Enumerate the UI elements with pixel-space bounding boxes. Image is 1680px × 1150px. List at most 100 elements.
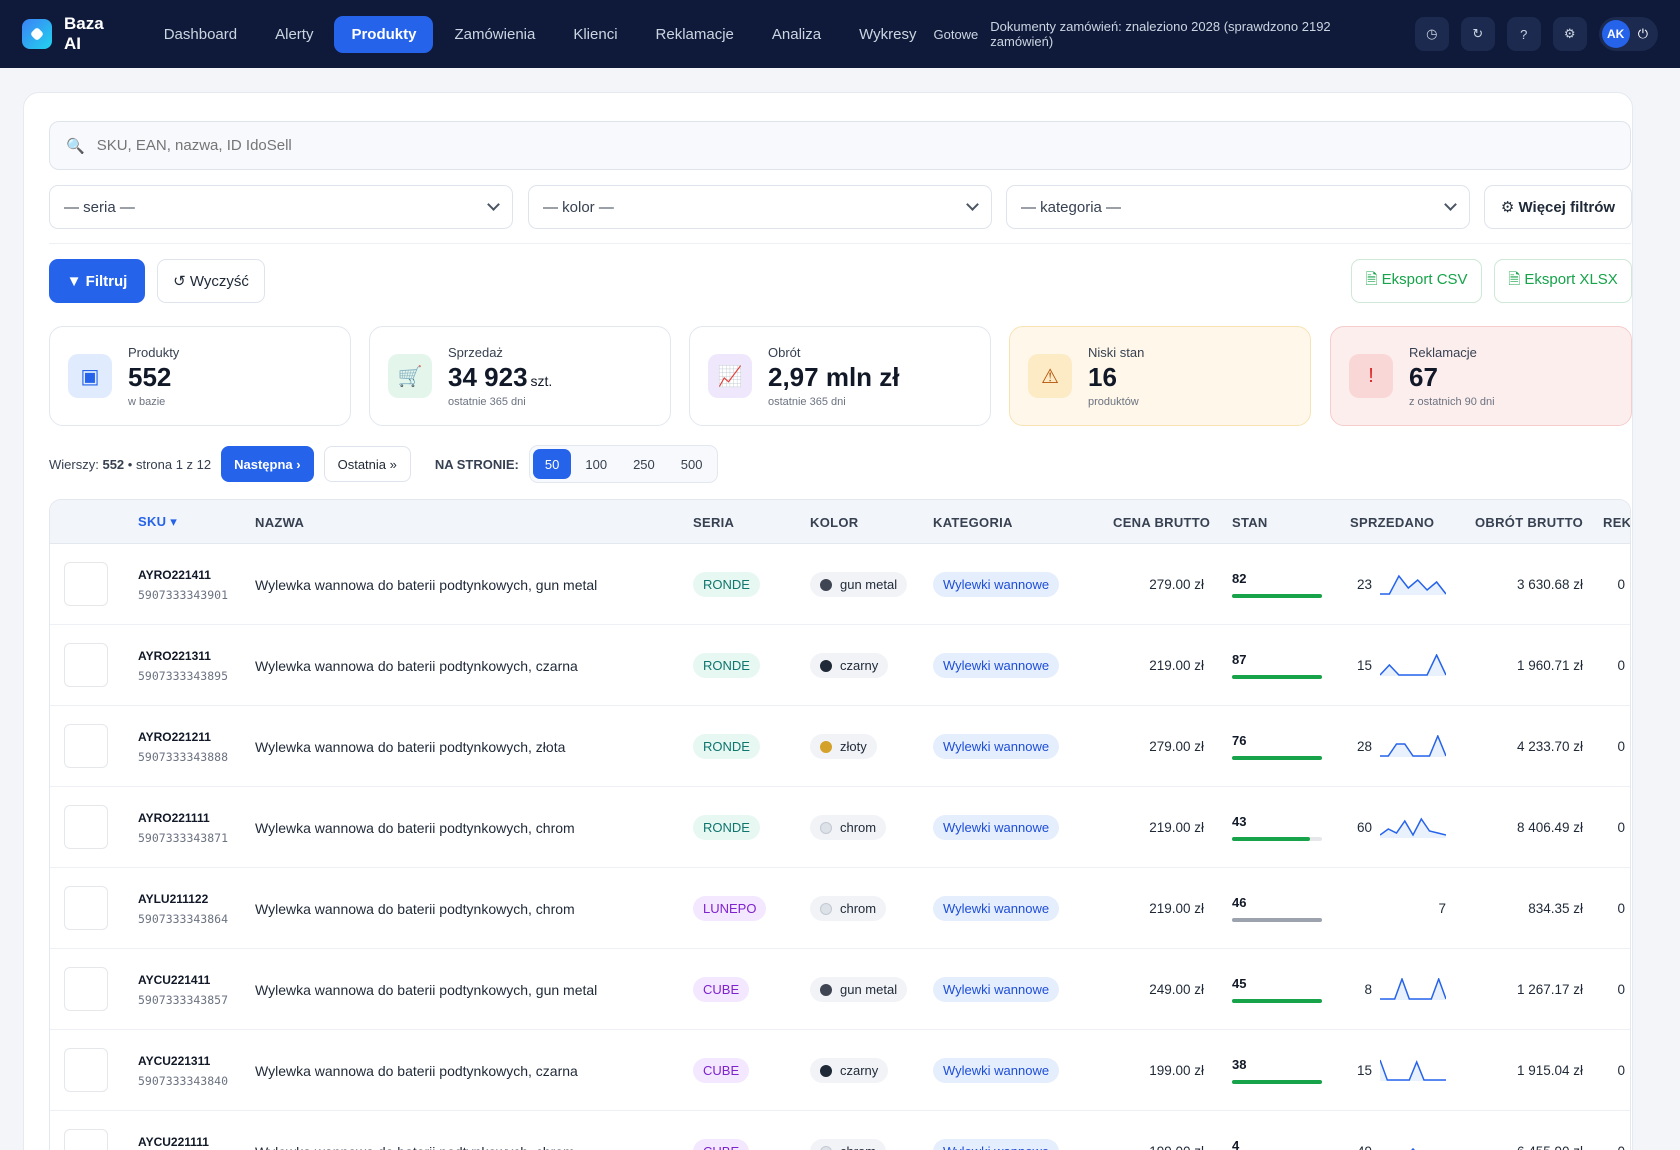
per-page-option[interactable]: 100 <box>573 449 619 479</box>
sku-code[interactable]: AYLU211122 <box>138 892 208 906</box>
stat-text: Obrót 2,97 mln zł ostatnie 365 dni <box>768 345 903 408</box>
color-badge: chrom <box>810 896 887 921</box>
sku-code[interactable]: AYRO221111 <box>138 811 210 825</box>
revenue-cell: 834.35 zł <box>1528 901 1583 916</box>
category-select[interactable]: — kategoria — <box>1006 185 1470 229</box>
status-ready: Gotowe <box>933 26 979 42</box>
product-name[interactable]: Wylewka wannowa do baterii podtynkowych,… <box>255 901 575 917</box>
column-header-rekl[interactable]: REKL. <box>1603 500 1630 544</box>
color-select[interactable]: — kolor — <box>528 185 992 229</box>
product-name[interactable]: Wylewka wannowa do baterii podtynkowych,… <box>255 658 578 674</box>
export-csv-button[interactable]: 🗎 Eksport CSV <box>1351 259 1482 303</box>
product-name[interactable]: Wylewka wannowa do baterii podtynkowych,… <box>255 739 565 755</box>
sku-code[interactable]: AYRO221211 <box>138 730 211 744</box>
nav-item-reklamacje[interactable]: Reklamacje <box>639 16 751 53</box>
table-row[interactable]: AYCU2211115907333343833 Wylewka wannowa d… <box>50 1111 1630 1150</box>
nav-item-alerty[interactable]: Alerty <box>258 16 330 53</box>
column-header-revenue[interactable]: OBRÓT BRUTTO <box>1475 500 1583 544</box>
app-logo[interactable]: Baza AI <box>22 14 125 54</box>
sku-code[interactable]: AYRO221411 <box>138 568 211 582</box>
nav-item-wykresy[interactable]: Wykresy <box>842 16 933 53</box>
cart-icon: 🛒 <box>388 354 432 398</box>
column-header-series[interactable]: SERIA <box>693 500 734 544</box>
product-thumbnail[interactable] <box>64 724 108 768</box>
product-thumbnail[interactable] <box>64 1129 108 1150</box>
product-thumbnail[interactable] <box>64 1048 108 1092</box>
ean-code: 5907333343888 <box>138 749 229 764</box>
column-header-color[interactable]: KOLOR <box>810 500 858 544</box>
table-row[interactable]: AYRO221211 5907333343888 Wylewka wannowa d… <box>50 706 1630 787</box>
stock-value: 43 <box>1232 814 1247 829</box>
last-page-button[interactable]: Ostatnia » <box>323 446 411 482</box>
sku-code[interactable]: AYCU221311 <box>138 1054 210 1068</box>
filter-button[interactable]: ▼ Filtruj <box>49 259 145 303</box>
per-page-option[interactable]: 50 <box>532 449 572 479</box>
per-page-option[interactable]: 500 <box>669 449 715 479</box>
next-page-button[interactable]: Następna › <box>221 446 314 482</box>
user-menu[interactable]: AK ⏻ <box>1598 17 1658 51</box>
avatar: AK <box>1601 20 1630 48</box>
product-name[interactable]: Wylewka wannowa do baterii podtynkowych,… <box>255 982 597 998</box>
category-badge: Wylewki wannowe <box>933 734 1060 759</box>
table-row[interactable]: AYRO221111 5907333343871 Wylewka wannowa d… <box>50 787 1630 868</box>
nav-item-klienci[interactable]: Klienci <box>556 16 634 53</box>
help-icon[interactable]: ? <box>1506 17 1541 51</box>
refresh-icon[interactable]: ↻ <box>1460 17 1495 51</box>
table-row[interactable]: AYRO221311 5907333343895 Wylewka wannowa d… <box>50 625 1630 706</box>
clear-button[interactable]: ↺ Wyczyść <box>157 259 265 303</box>
stat-subtitle: ostatnie 365 dni <box>768 395 846 408</box>
sales-sparkline <box>1380 653 1446 676</box>
logout-icon[interactable]: ⏻ <box>1638 26 1648 42</box>
per-page-option[interactable]: 250 <box>621 449 667 479</box>
product-thumbnail[interactable] <box>64 562 108 606</box>
sku-code[interactable]: AYCU221111 <box>138 1135 209 1149</box>
series-badge: CUBE <box>693 1139 750 1150</box>
series-select[interactable]: — seria — <box>49 185 513 229</box>
settings-icon[interactable]: ⚙ <box>1552 17 1587 51</box>
color-badge: gun metal <box>810 977 908 1002</box>
search-input[interactable] <box>96 137 1614 154</box>
nav-item-produkty[interactable]: Produkty <box>334 15 434 53</box>
product-thumbnail[interactable] <box>64 805 108 849</box>
color-cell: gun metal <box>810 544 908 625</box>
column-header-category[interactable]: KATEGORIA <box>933 500 1013 544</box>
column-header-sold[interactable]: SPRZEDANO <box>1350 500 1434 544</box>
more-filters-button[interactable]: ⚙ Więcej filtrów <box>1484 185 1632 229</box>
product-name[interactable]: Wylewka wannowa do baterii podtynkowych,… <box>255 577 597 593</box>
sku-cell: AYCU2211115907333343833 <box>138 1111 228 1150</box>
ean-code: 5907333343871 <box>138 830 229 845</box>
product-name[interactable]: Wylewka wannowa do baterii podtynkowych,… <box>255 820 575 836</box>
stat-subtitle: z ostatnich 90 dni <box>1409 395 1495 408</box>
column-header-name[interactable]: NAZWA <box>255 500 304 544</box>
products-table: SKU ▾ NAZWA SERIA KOLOR KATEGORIA CENA B… <box>49 499 1631 1150</box>
export-xlsx-button[interactable]: 🗎 Eksport XLSX <box>1494 259 1632 303</box>
clock-icon[interactable]: ◷ <box>1414 17 1449 51</box>
category-cell: Wylewki wannowe <box>933 706 1060 787</box>
logo-icon <box>22 19 52 49</box>
product-thumbnail[interactable] <box>64 643 108 687</box>
nav-item-analiza[interactable]: Analiza <box>755 16 838 53</box>
search-bar[interactable]: 🔍 <box>49 121 1631 170</box>
product-thumbnail[interactable] <box>64 886 108 930</box>
table-row[interactable]: AYCU221311 5907333343840 Wylewka wannowa d… <box>50 1030 1630 1111</box>
nav-item-dashboard[interactable]: Dashboard <box>147 16 254 53</box>
chevron-down-icon <box>487 198 500 211</box>
box-icon: ▣ <box>68 354 112 398</box>
revenue-cell: 3 630.68 zł <box>1516 577 1583 592</box>
sku-code[interactable]: AYRO221311 <box>138 649 211 663</box>
product-thumbnail[interactable] <box>64 967 108 1011</box>
product-name[interactable]: Wylewka wannowa do baterii podtynkowych,… <box>255 1063 578 1079</box>
per-page-selector: 50 100 250 500 <box>528 445 719 483</box>
product-name[interactable]: Wylewka wannowa do baterii podtynkowych,… <box>255 1144 575 1150</box>
table-row[interactable]: AYLU211122 5907333343864 Wylewka wannowa d… <box>50 868 1630 949</box>
nav-item-zamówienia[interactable]: Zamówienia <box>437 16 552 53</box>
column-header-sku[interactable]: SKU ▾ <box>138 500 177 544</box>
table-row[interactable]: AYRO221411 5907333343901 Wylewka wannowa d… <box>50 544 1630 625</box>
price-cell: 199.00 zł <box>1149 1063 1204 1078</box>
column-header-stock[interactable]: STAN <box>1232 500 1268 544</box>
revenue-cell: 1 267.17 zł <box>1516 982 1583 997</box>
name-cell: Wylewka wannowa do baterii podtynkowych,… <box>255 544 597 625</box>
sku-code[interactable]: AYCU221411 <box>138 973 210 987</box>
column-header-price[interactable]: CENA BRUTTO <box>1113 500 1210 544</box>
table-row[interactable]: AYCU221411 5907333343857 Wylewka wannowa d… <box>50 949 1630 1030</box>
